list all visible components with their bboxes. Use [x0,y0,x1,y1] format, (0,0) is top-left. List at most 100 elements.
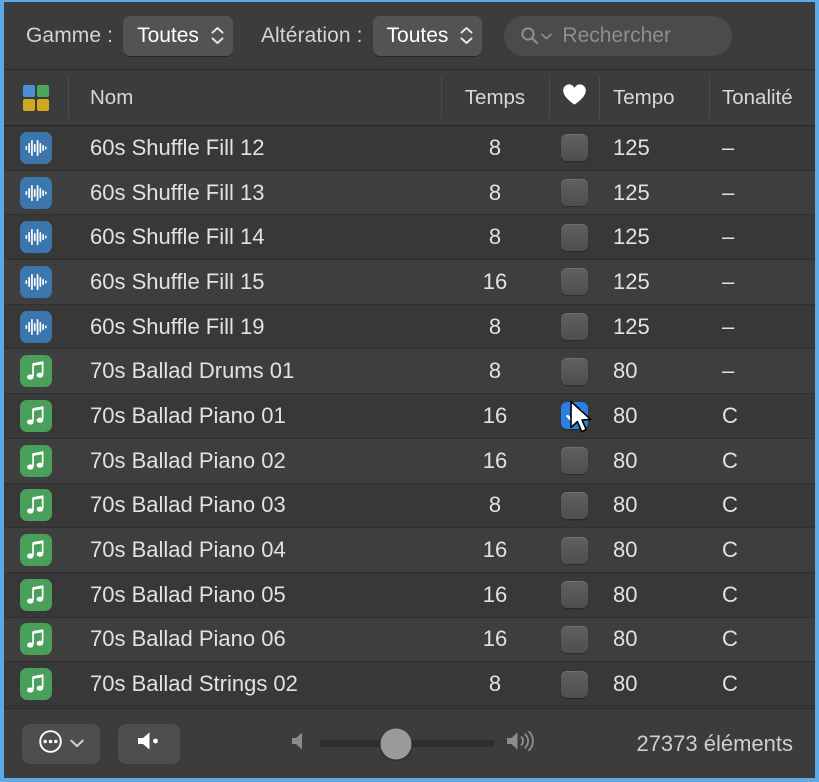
row-tempo-cell: 80 [613,358,638,384]
favorite-checkbox[interactable] [560,134,588,162]
favorite-checkbox[interactable] [560,357,588,385]
row-name-cell: 70s Ballad Piano 01 [90,402,286,428]
row-type-icon-cell [4,439,68,483]
favorite-checkbox[interactable] [560,402,588,430]
row-favorite-cell[interactable] [549,215,599,259]
table-row[interactable]: 70s Ballad Piano 02 16 80 C [4,438,815,484]
table-row[interactable]: 70s Ballad Piano 01 16 80 C [4,394,815,439]
row-type-icon-cell [4,126,68,170]
item-count-label: 27373 éléments [636,730,793,756]
row-tonalite-cell: – [722,224,735,250]
row-favorite-cell[interactable] [549,260,599,304]
row-type-icon-cell [4,573,68,617]
action-menu-button[interactable] [22,723,100,764]
table-row[interactable]: 60s Shuffle Fill 13 8 125 – [4,170,815,216]
chevron-up-down-icon [211,27,224,44]
row-favorite-cell[interactable] [549,305,599,349]
search-field[interactable]: Rechercher [504,15,733,56]
row-tempo-cell: 125 [613,179,650,205]
row-favorite-cell[interactable] [549,126,599,170]
volume-slider-knob[interactable] [380,728,412,759]
table-row[interactable]: 60s Shuffle Fill 12 8 125 – [4,126,815,171]
favorite-checkbox[interactable] [560,491,588,519]
row-temps-cell: 8 [488,179,502,205]
loop-table-body[interactable]: 60s Shuffle Fill 12 8 125 – 60s Shuffle Fil… [4,126,815,708]
search-input-placeholder: Rechercher [562,23,671,47]
preview-volume-button[interactable] [118,723,180,764]
column-header-grid[interactable] [4,70,68,125]
favorite-checkbox[interactable] [560,670,588,698]
row-temps-cell: 8 [488,671,502,697]
row-favorite-cell[interactable] [549,662,599,706]
row-name-cell: 70s Ballad Piano 05 [90,581,286,607]
row-favorite-cell[interactable] [549,618,599,662]
chevron-up-down-icon [460,27,473,44]
row-favorite-cell[interactable] [549,171,599,215]
table-row[interactable]: 60s Shuffle Fill 15 16 125 – [4,260,815,305]
row-tonalite-cell: – [722,134,735,160]
favorite-checkbox[interactable] [560,536,588,564]
column-header-tempo-label: Tempo [613,85,675,109]
row-tonalite-cell: C [722,402,738,428]
table-row[interactable]: 60s Shuffle Fill 14 8 125 – [4,215,815,261]
audio-waveform-icon [20,131,52,164]
table-row[interactable]: 70s Ballad Piano 05 16 80 C [4,572,815,618]
favorite-checkbox[interactable] [560,268,588,296]
row-temps-cell: 8 [488,492,502,518]
row-tonalite-cell: C [722,626,738,652]
scale-popup-value: Toutes [137,23,199,47]
row-favorite-cell[interactable] [549,394,599,438]
row-tempo-cell: 80 [613,537,638,563]
column-header-favorite[interactable] [549,70,599,125]
row-tonalite-cell: – [722,268,735,294]
row-favorite-cell[interactable] [549,573,599,617]
accidental-label: Altération : [260,23,363,47]
column-header-tonalite[interactable]: Tonalité [709,70,815,125]
row-tempo-cell: 125 [613,313,650,339]
loop-browser-window: Gamme : Toutes Altération : Toutes Reche… [0,0,819,782]
row-temps-cell: 16 [482,537,508,563]
row-tempo-cell: 80 [613,671,638,697]
volume-slider-track[interactable] [319,728,495,759]
row-type-icon-cell [4,528,68,572]
accidental-popup-button[interactable]: Toutes [372,15,483,56]
row-favorite-cell[interactable] [549,484,599,528]
filter-toolbar: Gamme : Toutes Altération : Toutes Reche… [4,2,815,70]
row-favorite-cell[interactable] [549,349,599,393]
accidental-popup-value: Toutes [386,23,449,47]
row-name-cell: 70s Ballad Strings 02 [90,671,298,697]
favorite-checkbox[interactable] [560,223,588,251]
column-header-temps[interactable]: Temps [441,70,549,125]
audio-waveform-icon [20,176,52,209]
favorite-checkbox[interactable] [560,625,588,653]
speaker-low-icon [289,730,309,757]
row-type-icon-cell [4,618,68,662]
row-temps-cell: 8 [488,313,502,339]
search-menu-chevron-down-icon[interactable] [541,27,553,45]
scale-popup-button[interactable]: Toutes [123,15,233,56]
table-row[interactable]: 70s Ballad Piano 04 16 80 C [4,528,815,573]
music-note-icon [20,668,52,701]
table-row[interactable]: 70s Ballad Piano 03 8 80 C [4,483,815,529]
table-row[interactable]: 70s Ballad Drums 01 8 80 – [4,349,815,395]
favorite-checkbox[interactable] [560,313,588,341]
row-name-cell: 60s Shuffle Fill 19 [90,313,265,339]
table-row[interactable]: 60s Shuffle Fill 19 8 125 – [4,304,815,350]
table-row[interactable]: 70s Ballad Piano 06 16 80 C [4,617,815,663]
favorite-checkbox[interactable] [560,447,588,475]
column-header-tempo[interactable]: Tempo [599,70,709,125]
row-tonalite-cell: C [722,671,738,697]
favorite-checkbox[interactable] [560,581,588,609]
row-tonalite-cell: C [722,581,738,607]
row-name-cell: 70s Ballad Piano 02 [90,447,286,473]
row-tonalite-cell: – [722,358,735,384]
column-header-name[interactable]: Nom [68,70,441,125]
row-favorite-cell[interactable] [549,439,599,483]
favorite-checkbox[interactable] [560,179,588,207]
table-row[interactable]: 70s Ballad Strings 02 8 80 C [4,662,815,707]
row-temps-cell: 16 [482,581,508,607]
column-header-name-label: Nom [90,85,134,109]
row-favorite-cell[interactable] [549,528,599,572]
row-name-cell: 70s Ballad Piano 04 [90,537,286,563]
volume-slider-group[interactable] [289,709,539,778]
